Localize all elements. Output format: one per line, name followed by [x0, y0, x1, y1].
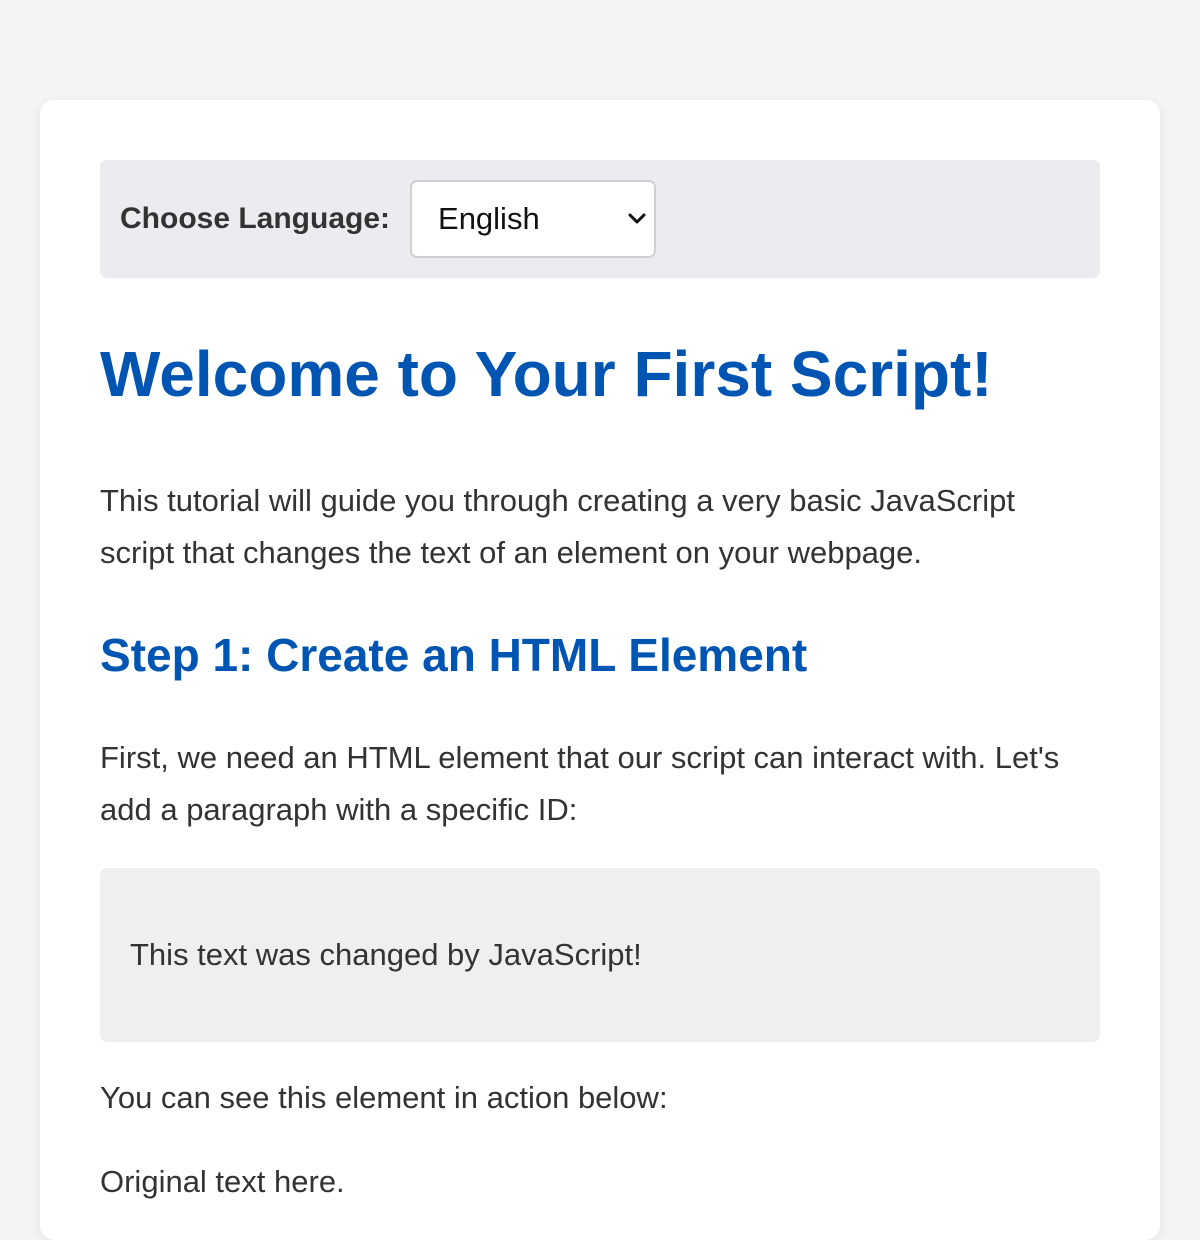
- intro-paragraph: This tutorial will guide you through cre…: [100, 482, 1015, 570]
- chevron-down-icon: [626, 208, 648, 230]
- language-select[interactable]: English: [410, 180, 657, 258]
- demo-output-box: This text was changed by JavaScript!: [100, 868, 1100, 1043]
- original-text-paragraph: Original text here.: [100, 1164, 345, 1200]
- step-1-description: First, we need an HTML element that our …: [100, 740, 1060, 828]
- step-1-heading: Step 1: Create an HTML Element: [100, 628, 808, 681]
- demo-output-text: This text was changed by JavaScript!: [130, 937, 642, 973]
- language-label: Choose Language:: [120, 202, 391, 235]
- page-title: Welcome to Your First Script!: [100, 338, 993, 410]
- see-below-text: You can see this element in action below…: [100, 1080, 668, 1116]
- language-select-value: English: [438, 201, 540, 236]
- tutorial-card: Choose Language: English Welcome to Your…: [40, 100, 1160, 1240]
- language-bar: Choose Language: English: [100, 160, 1100, 278]
